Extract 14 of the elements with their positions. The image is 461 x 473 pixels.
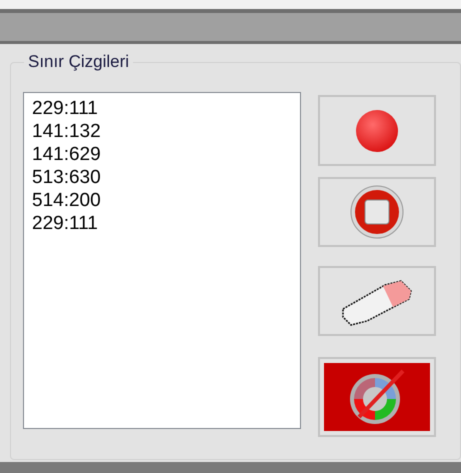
list-item[interactable]: 229:111 xyxy=(32,212,300,235)
list-item[interactable]: 513:630 xyxy=(32,166,300,189)
erase-button[interactable] xyxy=(318,266,436,336)
record-button[interactable] xyxy=(318,95,436,166)
list-item[interactable]: 141:132 xyxy=(32,120,300,143)
stop-icon xyxy=(350,185,404,239)
record-icon xyxy=(355,108,399,152)
color-button[interactable] xyxy=(318,357,436,437)
color-wheel-icon xyxy=(347,367,407,427)
list-item[interactable]: 229:111 xyxy=(32,97,300,120)
list-item[interactable]: 514:200 xyxy=(32,189,300,212)
list-box[interactable]: 229:111 141:132 141:629 513:630 514:200 229:111 xyxy=(23,92,301,429)
list-item[interactable]: 141:629 xyxy=(32,143,300,166)
stop-button[interactable] xyxy=(318,177,436,247)
